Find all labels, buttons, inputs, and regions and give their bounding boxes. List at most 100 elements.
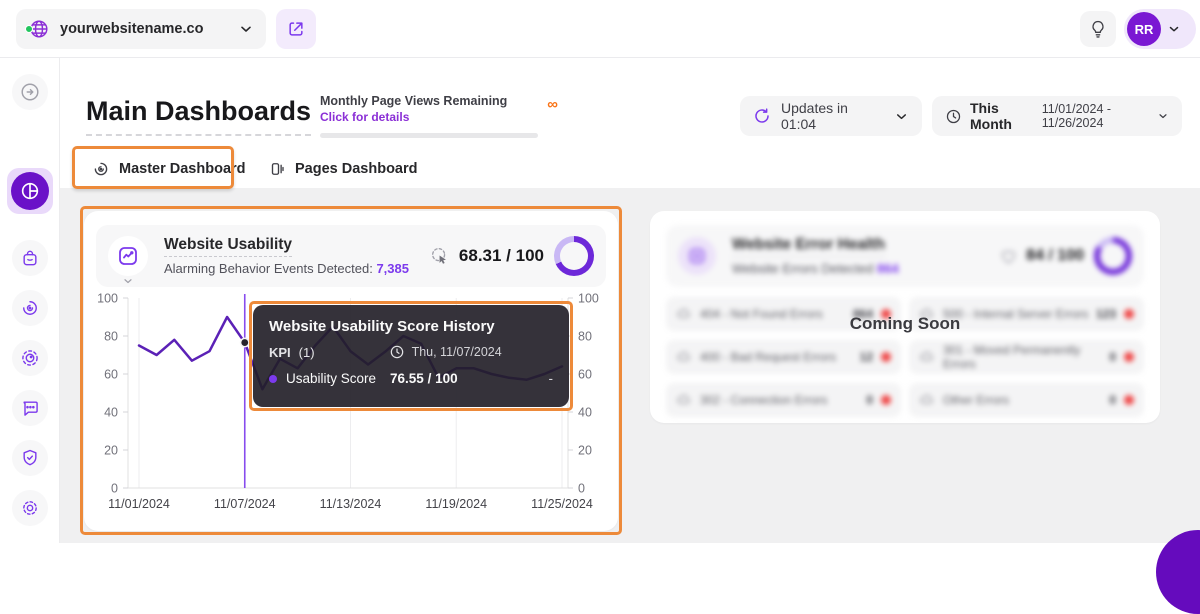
svg-text:11/19/2024: 11/19/2024 — [425, 497, 487, 511]
svg-text:11/13/2024: 11/13/2024 — [320, 497, 382, 511]
svg-text:0: 0 — [111, 482, 118, 496]
error-item-row: 400 - Bad Request Errors 12 — [666, 340, 901, 374]
coming-soon-label: Coming Soon — [849, 314, 961, 333]
avatar: RR — [1127, 12, 1161, 46]
tooltip-series-name: Usability Score — [286, 371, 377, 386]
svg-text:100: 100 — [578, 292, 599, 306]
svg-text:11/01/2024: 11/01/2024 — [108, 497, 170, 511]
error-item-label: 302 - Connection Errors — [700, 393, 828, 407]
infinity-quota: ∞ — [547, 96, 558, 113]
error-item-row: Other Errors 0 — [909, 383, 1144, 417]
tooltip-kpi-label: KPI — [269, 344, 291, 360]
error-status-dot — [1124, 352, 1134, 362]
globe-icon — [25, 18, 50, 40]
usability-card-icon[interactable] — [108, 236, 148, 284]
website-error-health-card: Website Error Health Website Errors Dete… — [650, 211, 1160, 423]
dashboard-tabs: Master Dashboard Pages Dashboard — [60, 150, 1200, 188]
account-menu[interactable]: RR — [1124, 9, 1196, 49]
error-status-dot — [1124, 395, 1134, 405]
sidebar-item-recordings[interactable] — [12, 340, 48, 376]
error-item-label: Other Errors — [943, 393, 1010, 407]
error-score-donut — [1094, 237, 1132, 275]
tooltip-series-value: 76.55 / 100 — [390, 371, 458, 386]
tooltip-dash: - — [548, 371, 554, 386]
heart-icon — [999, 247, 1018, 266]
sidebar-item-journeys[interactable] — [12, 290, 48, 326]
tab-label: Master Dashboard — [119, 161, 246, 177]
error-item-label: 301 - Moved Permanently Errors — [943, 343, 1081, 371]
usability-score-donut — [554, 236, 594, 276]
svg-text:60: 60 — [104, 368, 118, 382]
sidebar-item-dashboards[interactable] — [7, 168, 53, 214]
error-item-value: 0 — [1109, 350, 1116, 364]
page-views-details-link[interactable]: Click for details — [320, 110, 558, 124]
cloud-icon — [676, 392, 692, 408]
svg-text:40: 40 — [104, 406, 118, 420]
subtitle-value: 864 — [876, 261, 899, 276]
open-website-button[interactable] — [276, 9, 316, 49]
svg-text:40: 40 — [578, 406, 592, 420]
page-header: Main Dashboards Monthly Page Views Remai… — [60, 58, 1200, 150]
error-item-value: 12 — [859, 350, 873, 364]
svg-text:11/07/2024: 11/07/2024 — [214, 497, 276, 511]
chevron-down-icon — [1167, 22, 1181, 36]
error-item-row: 302 - Connection Errors 0 — [666, 383, 901, 417]
sidebar-item-security[interactable] — [12, 440, 48, 476]
website-name: yourwebsitename.co — [60, 21, 204, 37]
tab-pages-dashboard[interactable]: Pages Dashboard — [252, 150, 434, 188]
chart-tooltip: Website Usability Score History KPI (1) … — [253, 305, 569, 407]
tooltip-date: Thu, 11/07/2024 — [411, 345, 502, 359]
chevron-down-icon — [122, 275, 134, 287]
svg-text:80: 80 — [104, 330, 118, 344]
clock-icon — [945, 108, 962, 125]
updates-dropdown[interactable]: Updates in 01:04 — [740, 96, 922, 136]
record-target-icon — [20, 348, 40, 368]
chat-bubble-icon — [20, 398, 40, 418]
status-dot — [25, 25, 33, 33]
error-health-score: 84 / 100 — [1026, 247, 1084, 264]
subtitle-text: Alarming Behavior Events Detected: — [164, 261, 377, 276]
external-link-icon — [286, 19, 306, 39]
spiral-icon — [20, 298, 40, 318]
usability-card-title: Website Usability — [164, 236, 293, 257]
svg-text:60: 60 — [578, 368, 592, 382]
date-range-picker[interactable]: This Month 11/01/2024 - 11/26/2024 — [932, 96, 1182, 136]
error-item-value: 0 — [1109, 393, 1116, 407]
svg-text:20: 20 — [104, 444, 118, 458]
tips-button[interactable] — [1080, 11, 1116, 47]
sidebar — [0, 58, 60, 543]
svg-text:0: 0 — [578, 482, 585, 496]
period-range: 11/01/2024 - 11/26/2024 — [1041, 102, 1112, 130]
tooltip-title: Website Usability Score History — [269, 318, 495, 335]
gear-icon — [20, 498, 40, 518]
tab-master-dashboard[interactable]: Master Dashboard — [76, 150, 262, 188]
error-card-icon — [678, 237, 716, 275]
pages-icon — [268, 160, 286, 178]
chevron-down-icon — [894, 109, 909, 124]
cloud-icon — [919, 349, 935, 365]
sidebar-collapse-button[interactable] — [12, 74, 48, 110]
sidebar-item-settings[interactable] — [12, 490, 48, 526]
subtitle-text: Website Errors Detected — [732, 261, 877, 276]
line-chart-icon — [116, 244, 140, 268]
page-title: Main Dashboards — [86, 96, 312, 136]
topbar: yourwebsitename.co RR — [0, 0, 1200, 58]
sidebar-item-store[interactable] — [12, 240, 48, 276]
svg-text:20: 20 — [578, 444, 592, 458]
page-views-block: Monthly Page Views Remaining Click for d… — [320, 94, 558, 138]
sidebar-item-feedback[interactable] — [12, 390, 48, 426]
period-label: This Month — [970, 100, 1012, 132]
spiral-icon — [92, 160, 110, 178]
error-status-dot — [881, 352, 891, 362]
error-card-title: Website Error Health — [732, 236, 886, 257]
website-selector[interactable]: yourwebsitename.co — [16, 9, 266, 49]
pie-chart-icon — [19, 180, 41, 202]
shield-check-icon — [20, 448, 40, 468]
refresh-icon — [753, 107, 771, 125]
bag-icon — [20, 248, 40, 268]
chevron-down-icon — [238, 21, 254, 37]
subtitle-value: 7,385 — [376, 261, 409, 276]
page-views-label: Monthly Page Views Remaining — [320, 94, 508, 108]
cursor-score-icon — [429, 245, 451, 267]
tab-label: Pages Dashboard — [295, 161, 418, 177]
